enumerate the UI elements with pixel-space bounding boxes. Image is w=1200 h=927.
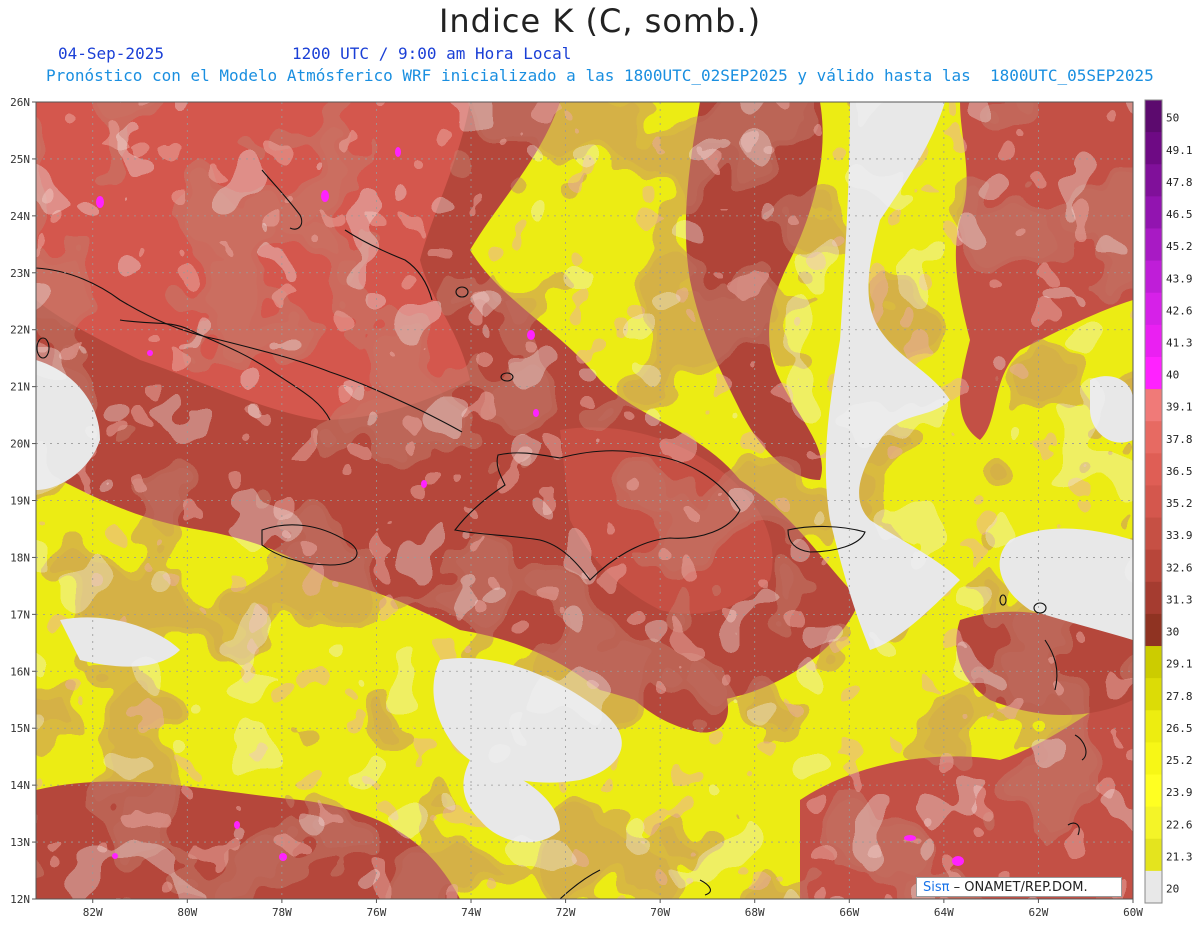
colorbar-label: 29.1 [1166, 658, 1193, 671]
map-plot: 82W 80W 78W 76W 74W 72W 70W 68W 66W 64W 62W 60W 26N… [10, 96, 1193, 919]
lat-label: 21N [10, 381, 30, 394]
colorbar-segment [1145, 581, 1162, 615]
k-index-field [36, 102, 1133, 899]
colorbar-label: 43.9 [1166, 272, 1193, 285]
lat-label: 12N [10, 893, 30, 906]
lon-label: 78W [272, 906, 292, 919]
lon-label: 60W [1123, 906, 1143, 919]
lon-label: 66W [839, 906, 859, 919]
colorbar-label: 41.3 [1166, 337, 1193, 350]
lat-label: 18N [10, 551, 30, 564]
colorbar-segment [1145, 517, 1162, 551]
colorbar-label: 36.5 [1166, 465, 1193, 478]
colorbar-segment [1145, 870, 1162, 904]
colorbar-segment [1145, 806, 1162, 840]
lat-label: 26N [10, 96, 30, 109]
colorbar-segment [1145, 421, 1162, 454]
lat-label: 13N [10, 836, 30, 849]
colorbar-label: 50 [1166, 112, 1179, 125]
lon-label: 72W [556, 906, 576, 919]
colorbar-label: 27.8 [1166, 690, 1193, 703]
lon-label: 62W [1028, 906, 1048, 919]
colorbar-segment [1145, 549, 1162, 583]
lon-label: 80W [177, 906, 197, 919]
colorbar-segment [1145, 389, 1162, 422]
colorbar-label: 47.8 [1166, 176, 1193, 189]
lat-label: 24N [10, 210, 30, 223]
colorbar-segment [1145, 324, 1162, 358]
lat-label: 25N [10, 153, 30, 166]
colorbar-segment [1145, 356, 1162, 390]
lon-label: 64W [934, 906, 954, 919]
lon-label: 74W [461, 906, 481, 919]
colorbar-segment [1145, 164, 1162, 197]
lon-label: 76W [367, 906, 387, 919]
colorbar-label: 40 [1166, 369, 1179, 382]
lat-label: 16N [10, 665, 30, 678]
colorbar-label: 26.5 [1166, 722, 1193, 735]
colorbar-segment [1145, 710, 1162, 743]
lat-label: 17N [10, 608, 30, 621]
longitude-labels: 82W 80W 78W 76W 74W 72W 70W 68W 66W 64W 62W 60W [83, 899, 1143, 919]
colorbar-label: 22.6 [1166, 818, 1193, 831]
colorbar-label: 35.2 [1166, 497, 1193, 510]
colorbar-segment [1145, 678, 1162, 711]
colorbar-segment [1145, 260, 1162, 294]
colorbar-segment [1145, 196, 1162, 229]
lat-label: 14N [10, 779, 30, 792]
sispi-logo: Sisπ [923, 880, 950, 895]
lat-label: 23N [10, 267, 30, 280]
colorbar-segment [1145, 613, 1162, 647]
colorbar-label: 25.2 [1166, 754, 1193, 767]
colorbar-segment [1145, 228, 1162, 262]
colorbar-segment [1145, 485, 1162, 519]
colorbar-label: 42.6 [1166, 304, 1193, 317]
colorbar-label: 21.3 [1166, 850, 1193, 863]
latitude-labels: 26N 25N 24N 23N 22N 21N 20N 19N 18N 17N 16N 15N 14N 1… [10, 96, 36, 906]
colorbar-label: 32.6 [1166, 561, 1193, 574]
colorbar-label: 31.3 [1166, 593, 1193, 606]
colorbar-segment [1145, 132, 1162, 165]
lat-label: 15N [10, 722, 30, 735]
colorbar-label: 37.8 [1166, 433, 1193, 446]
colorbar-label: 46.5 [1166, 208, 1193, 221]
colorbar-label: 23.9 [1166, 786, 1193, 799]
colorbar-label: 49.1 [1166, 144, 1193, 157]
colorbar-segment [1145, 100, 1162, 133]
lat-label: 19N [10, 495, 30, 508]
colorbar-segment [1145, 646, 1162, 679]
colorbar-segment [1145, 453, 1162, 486]
lat-label: 22N [10, 324, 30, 337]
lon-label: 68W [745, 906, 765, 919]
colorbar-label: 20 [1166, 883, 1179, 896]
colorbar-segment [1145, 742, 1162, 776]
lon-label: 70W [650, 906, 670, 919]
colorbar-label: 33.9 [1166, 529, 1193, 542]
colorbar-segment [1145, 292, 1162, 326]
colorbar-label: 39.1 [1166, 401, 1193, 414]
colorbar-label: 45.2 [1166, 240, 1193, 253]
colorbar-segment [1145, 774, 1162, 808]
colorbar-label: 30 [1166, 626, 1179, 639]
lon-label: 82W [83, 906, 103, 919]
colorbar-segment [1145, 838, 1162, 872]
credit-box: Sisπ – ONAMET/REP.DOM. [916, 877, 1122, 897]
credit-text: – ONAMET/REP.DOM. [953, 880, 1088, 895]
lat-label: 20N [10, 438, 30, 451]
colorbar: 50 49.1 47.8 46.5 45.2 43.9 42.6 41.3 40 39.1 37.8… [1144, 99, 1193, 904]
